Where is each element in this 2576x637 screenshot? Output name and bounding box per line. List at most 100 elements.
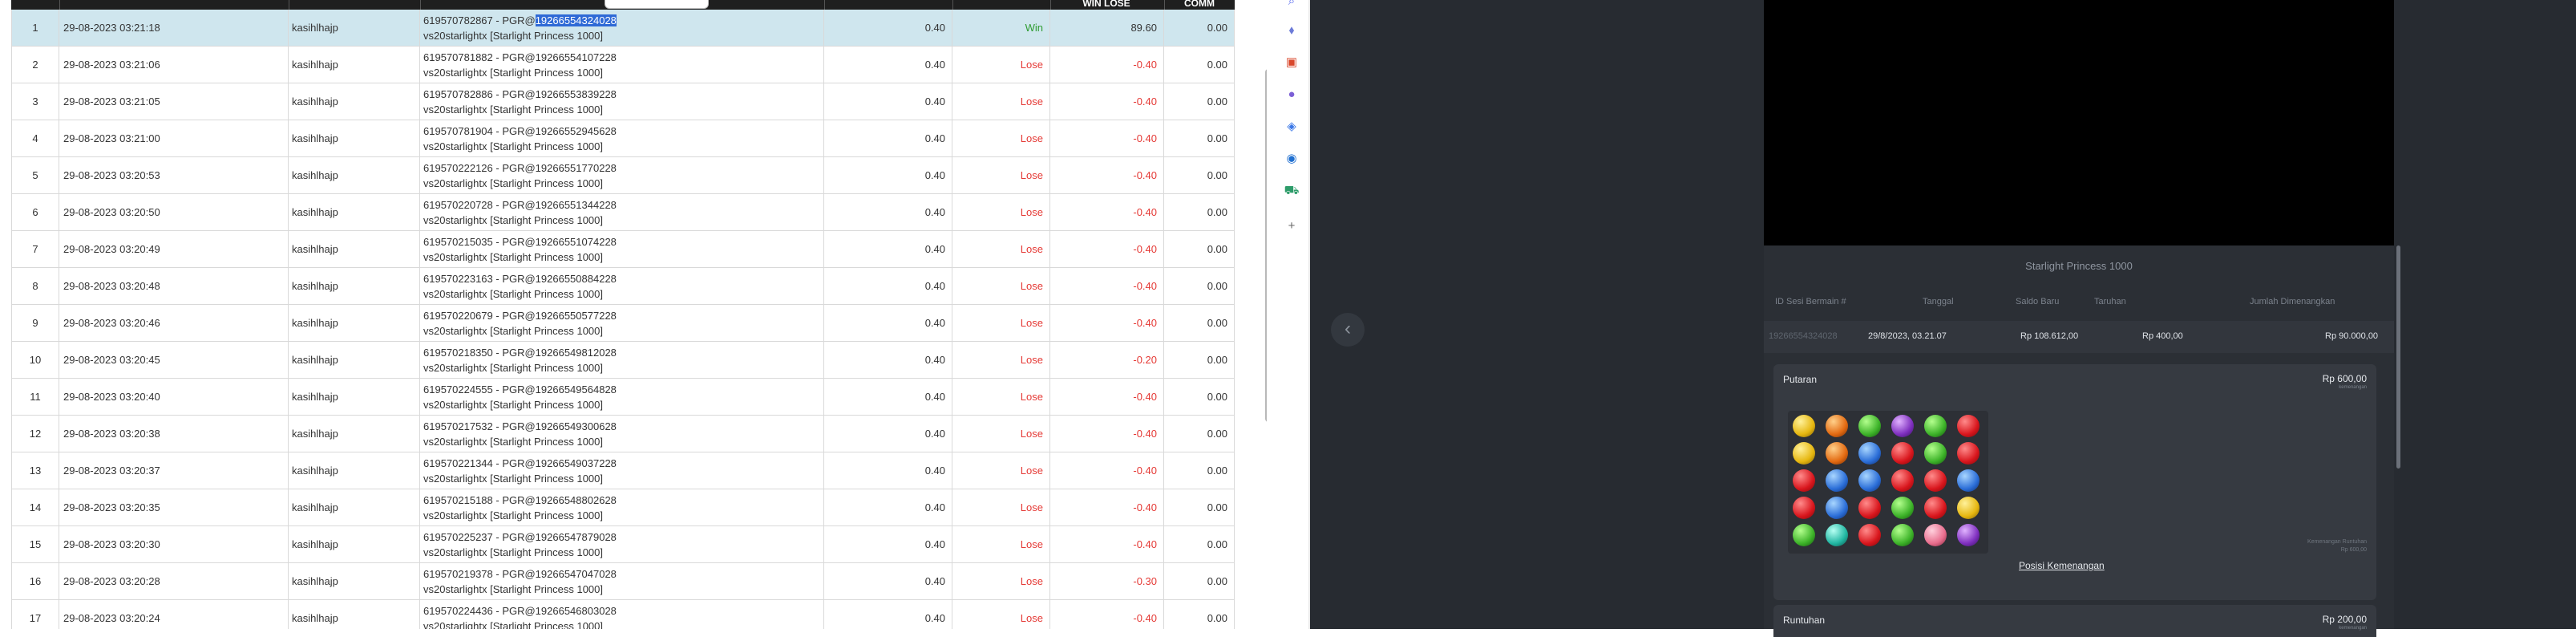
gem-symbol	[1826, 497, 1848, 519]
row-bet: 0.40	[824, 342, 952, 378]
game-replay-area	[1764, 0, 2394, 245]
puzzle-icon[interactable]: ◈	[1284, 119, 1300, 135]
plus-icon[interactable]: +	[1284, 218, 1300, 234]
table-row[interactable]: 11 29-08-2023 03:20:40 kasihlhajp 619570224…	[11, 379, 1235, 416]
row-number: 14	[11, 489, 59, 525]
table-row[interactable]: 8 29-08-2023 03:20:48 kasihlhajp 6195702231…	[11, 268, 1235, 305]
table-row[interactable]: 4 29-08-2023 03:21:00 kasihlhajp 6195707819…	[11, 120, 1235, 157]
row-username: kasihlhajp	[289, 10, 420, 46]
row-date: 29-08-2023 03:20:50	[59, 194, 289, 230]
row-username: kasihlhajp	[289, 452, 420, 489]
table-row[interactable]: 9 29-08-2023 03:20:46 kasihlhajp 6195702206…	[11, 305, 1235, 342]
row-username: kasihlhajp	[289, 600, 420, 629]
row-status: Lose	[952, 268, 1050, 304]
row-bet: 0.40	[824, 231, 952, 267]
table-row[interactable]: 17 29-08-2023 03:20:24 kasihlhajp 619570224…	[11, 600, 1235, 629]
table-row[interactable]: 7 29-08-2023 03:20:49 kasihlhajp 6195702150…	[11, 231, 1235, 268]
row-status: Lose	[952, 379, 1050, 415]
col-date: Tanggal	[1923, 297, 1954, 306]
gem-symbol	[1957, 497, 1980, 519]
tag-icon[interactable]: ⬧	[1284, 22, 1300, 39]
row-winlose: -0.40	[1050, 416, 1164, 452]
tumble-title: Runtuhan	[1783, 615, 1826, 626]
row-game-name: vs20starlightx [Starlight Princess 1000]	[423, 140, 603, 152]
row-ref-id: 619570221344 - PGR@19266549037228	[423, 457, 617, 469]
table-row[interactable]: 5 29-08-2023 03:20:53 kasihlhajp 6195702221…	[11, 157, 1235, 194]
row-status: Lose	[952, 563, 1050, 599]
row-date: 29-08-2023 03:20:46	[59, 305, 289, 341]
row-number: 3	[11, 83, 59, 120]
table-row[interactable]: 13 29-08-2023 03:20:37 kasihlhajp 619570221…	[11, 452, 1235, 489]
table-row[interactable]: 12 29-08-2023 03:20:38 kasihlhajp 619570217…	[11, 416, 1235, 452]
cart-icon[interactable]: ⛟	[1284, 183, 1300, 199]
row-number: 13	[11, 452, 59, 489]
table-row[interactable]: 6 29-08-2023 03:20:50 kasihlhajp 6195702207…	[11, 194, 1235, 231]
row-number: 8	[11, 268, 59, 304]
row-username: kasihlhajp	[289, 379, 420, 415]
row-reference: 619570782867 - PGR@19266554324028 vs20sta…	[420, 10, 824, 46]
table-row[interactable]: 15 29-08-2023 03:20:30 kasihlhajp 619570225…	[11, 526, 1235, 563]
row-winlose: -0.40	[1050, 157, 1164, 193]
tooltip-popup	[605, 0, 709, 9]
vertical-scrollbar[interactable]	[1265, 69, 1267, 422]
row-comm: 0.00	[1164, 416, 1235, 452]
row-username: kasihlhajp	[289, 194, 420, 230]
toolbox-icon[interactable]: ▣	[1284, 55, 1300, 71]
header-divider	[824, 0, 825, 10]
row-comm: 0.00	[1164, 600, 1235, 629]
header-winlose[interactable]: WIN LOSE	[1050, 0, 1163, 9]
back-button[interactable]: ‹	[1331, 313, 1365, 347]
row-username: kasihlhajp	[289, 489, 420, 525]
table-row[interactable]: 16 29-08-2023 03:20:28 kasihlhajp 619570219…	[11, 563, 1235, 600]
row-reference: 619570223163 - PGR@19266550884228 vs20sta…	[420, 268, 824, 304]
table-row[interactable]: 14 29-08-2023 03:20:35 kasihlhajp 619570215…	[11, 489, 1235, 526]
row-bet: 0.40	[824, 489, 952, 525]
row-winlose: -0.40	[1050, 305, 1164, 341]
tumble-amount: Rp 200,00	[2322, 614, 2367, 625]
row-date: 29-08-2023 03:20:38	[59, 416, 289, 452]
row-winlose: -0.40	[1050, 120, 1164, 156]
row-number: 7	[11, 231, 59, 267]
row-ref-id: 619570215035 - PGR@19266551074228	[423, 236, 617, 248]
row-reference: 619570222126 - PGR@19266551770228 vs20sta…	[420, 157, 824, 193]
row-ref-id: 619570782867 - PGR@	[423, 14, 536, 26]
row-ref-id: 619570224436 - PGR@19266546803028	[423, 605, 617, 617]
gem-symbol	[1924, 442, 1947, 465]
gem-symbol	[1891, 469, 1914, 492]
table-row[interactable]: 1 29-08-2023 03:21:18 kasihlhajp 6195707828…	[11, 10, 1235, 47]
row-winlose: -0.40	[1050, 489, 1164, 525]
outlook-icon[interactable]: ◉	[1284, 151, 1300, 167]
session-date: 29/8/2023, 03.21.07	[1868, 331, 1947, 341]
session-bet: Rp 400,00	[2142, 331, 2183, 341]
table-body: 1 29-08-2023 03:21:18 kasihlhajp 6195707828…	[11, 10, 1235, 629]
row-status: Lose	[952, 305, 1050, 341]
table-row[interactable]: 3 29-08-2023 03:21:05 kasihlhajp 6195707828…	[11, 83, 1235, 120]
people-icon[interactable]: ●	[1284, 87, 1300, 103]
gem-symbol	[1891, 442, 1914, 465]
row-number: 5	[11, 157, 59, 193]
header-comm[interactable]: COMM	[1164, 0, 1235, 9]
session-balance: Rp 108.612,00	[2020, 331, 2079, 341]
gem-symbol	[1826, 524, 1848, 546]
col-session-id: ID Sesi Bermain #	[1775, 297, 1846, 306]
gem-symbol	[1858, 497, 1881, 519]
gem-symbol	[1826, 469, 1848, 492]
table-row[interactable]: 10 29-08-2023 03:20:45 kasihlhajp 619570218…	[11, 342, 1235, 379]
search-icon[interactable]: ⌕	[1284, 0, 1300, 10]
game-panel-scrollbar[interactable]	[2396, 245, 2400, 469]
row-comm: 0.00	[1164, 342, 1235, 378]
row-winlose: -0.40	[1050, 83, 1164, 120]
winning-positions-link[interactable]: Posisi Kemenangan	[2019, 560, 2105, 571]
row-ref-selected[interactable]: 19266554324028	[535, 14, 617, 26]
row-date: 29-08-2023 03:21:05	[59, 83, 289, 120]
row-status: Lose	[952, 231, 1050, 267]
row-reference: 619570225237 - PGR@19266547879028 vs20sta…	[420, 526, 824, 562]
row-reference: 619570215188 - PGR@19266548802628 vs20sta…	[420, 489, 824, 525]
row-bet: 0.40	[824, 157, 952, 193]
table-row[interactable]: 2 29-08-2023 03:21:06 kasihlhajp 6195707818…	[11, 47, 1235, 83]
row-bet: 0.40	[824, 268, 952, 304]
row-winlose: -0.40	[1050, 379, 1164, 415]
row-ref-id: 619570224555 - PGR@19266549564828	[423, 383, 617, 396]
row-winlose: 89.60	[1050, 10, 1164, 46]
session-summary-row[interactable]: 19266554324028 29/8/2023, 03.21.07 Rp 10…	[1764, 321, 2394, 353]
